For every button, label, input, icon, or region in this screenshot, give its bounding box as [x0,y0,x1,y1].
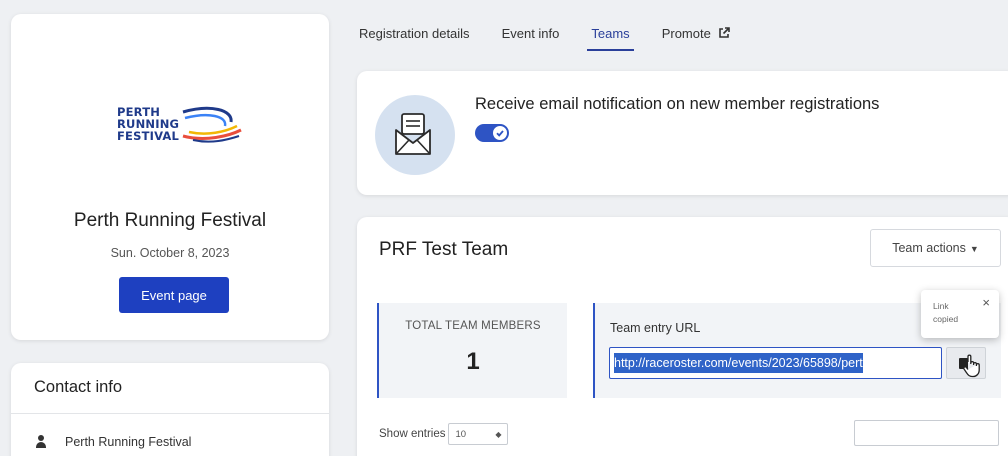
event-card: PERTH RUNNING FESTIVAL Perth Running Fes… [11,14,329,340]
logo-swoosh-icon [182,106,242,143]
contact-organizer-row: Perth Running Festival [34,435,191,449]
team-card: PRF Test Team Team actions ▼ TOTAL TEAM M… [357,217,1008,456]
show-entries-label: Show entries [379,428,446,440]
copy-link-button[interactable] [946,347,986,379]
contact-organizer-name: Perth Running Festival [65,435,192,449]
caret-down-icon: ▼ [969,244,979,254]
divider [11,413,329,414]
entries-per-page-select[interactable]: 10 ◆ [448,423,509,445]
event-logo-text: PERTH RUNNING FESTIVAL [117,105,180,143]
close-icon[interactable]: × [982,295,990,310]
tab-teams[interactable]: Teams [587,0,635,58]
event-logo: PERTH RUNNING FESTIVAL [117,106,247,164]
event-page-button[interactable]: Event page [119,277,229,313]
select-arrows-icon: ◆ [495,429,502,439]
tab-promote-label: Promote [661,26,711,41]
tab-event-info[interactable]: Event info [500,0,562,58]
check-icon [496,130,504,137]
team-actions-label: Team actions [892,241,966,255]
team-name: PRF Test Team [379,239,509,260]
tab-bar: Registration details Event info Teams Pr… [357,0,1008,58]
search-input[interactable] [854,420,999,446]
tab-registration-details[interactable]: Registration details [357,0,472,58]
team-actions-dropdown[interactable]: Team actions ▼ [870,229,1001,267]
tab-promote[interactable]: Promote [660,0,733,58]
total-members-label: TOTAL TEAM MEMBERS [405,320,541,332]
link-copied-tooltip: Link copied × [921,290,999,338]
event-name: Perth Running Festival [73,210,267,231]
entries-per-page-value: 10 [455,428,467,440]
team-entry-url-label: Team entry URL [610,321,701,335]
contact-card: Contact info Perth Running Festival [11,363,329,456]
total-members-panel: TOTAL TEAM MEMBERS 1 [377,303,567,398]
tooltip-text: Link copied [933,301,959,324]
envelope-icon [395,113,431,155]
contact-title: Contact info [34,378,123,396]
team-entry-url-field[interactable]: http://raceroster.com/events/2023/65898/… [609,347,942,379]
toggle-knob [493,126,507,140]
notification-card: Receive email notification on new member… [357,71,1008,195]
external-link-icon [718,1,731,69]
team-entry-url-value: http://raceroster.com/events/2023/65898/… [614,353,863,373]
notification-label: Receive email notification on new member… [475,95,880,113]
total-members-value: 1 [466,348,480,375]
event-date: Sun. October 8, 2023 [110,246,230,260]
hand-cursor-icon [959,354,980,378]
email-icon-circle [375,95,455,175]
show-entries: Show entries 10 ◆ [379,423,509,445]
person-icon [34,435,48,449]
email-notification-toggle[interactable] [475,124,509,142]
